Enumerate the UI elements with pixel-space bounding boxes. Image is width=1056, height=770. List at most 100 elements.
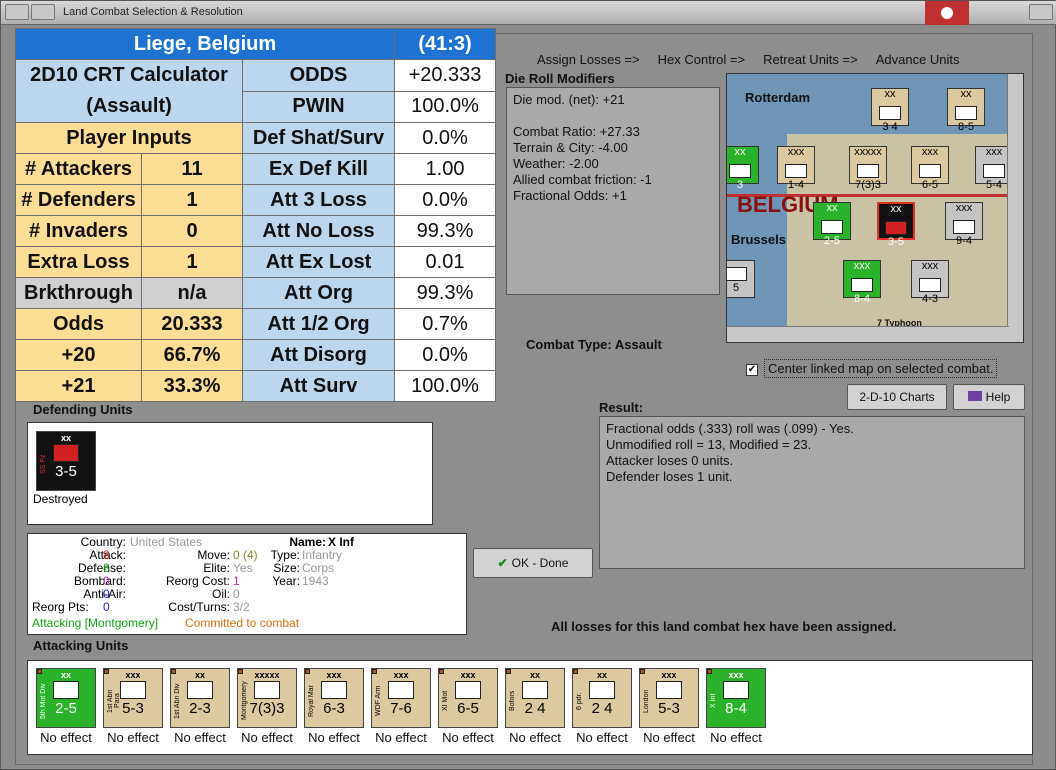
input-odds: 20.333 — [141, 308, 243, 340]
map-counter[interactable]: xx 8-5 — [947, 88, 985, 133]
attacking-unit-result: No effect — [643, 730, 695, 745]
year-value: 1943 — [302, 574, 329, 588]
unit-size: xxx — [460, 670, 476, 680]
unit-type-icon — [589, 681, 615, 699]
combat-type: Combat Type: Assault — [526, 337, 662, 352]
attacking-unit-counter[interactable]: X Inf xxx 8-4 — [706, 668, 766, 728]
map-counter[interactable]: xxx 8-4 — [843, 260, 881, 305]
input-attackers[interactable]: 11 — [141, 153, 243, 185]
crt-stat-value: 0.0% — [394, 122, 496, 154]
crt-stat-value: 0.0% — [394, 184, 496, 216]
checkmark-icon: ✔ — [497, 556, 508, 570]
crt-location: Liege, Belgium — [15, 28, 395, 60]
odds-value: +20.333 — [394, 59, 496, 92]
crt-stat-label: Def Shat/Surv — [242, 122, 395, 154]
attacking-unit-counter[interactable]: 1st Abn Para xxx 5-3 — [103, 668, 163, 728]
map-counter[interactable]: xx 2-5 — [813, 202, 851, 247]
attacking-unit-counter[interactable]: 5th Mot Div xx 2-5 — [36, 668, 96, 728]
nav-advance-units[interactable]: Advance Units — [876, 52, 960, 67]
unit-marker-icon — [37, 669, 42, 674]
odds-label: ODDS — [242, 59, 395, 92]
crt-stat-label: Ex Def Kill — [242, 153, 395, 185]
attacking-unit-counter[interactable]: Bofors xx 2 4 — [505, 668, 565, 728]
land-combat-window: Land Combat Selection & Resolution Assig… — [0, 0, 1056, 770]
attacking-unit-result: No effect — [174, 730, 226, 745]
attacking-unit-counter[interactable]: London xxx 5-3 — [639, 668, 699, 728]
unit-marker-icon — [104, 669, 109, 674]
ok-done-button[interactable]: ✔ OK - Done — [473, 548, 593, 578]
input-invaders[interactable]: 0 — [141, 215, 243, 247]
cost-label: Cost/Turns: — [168, 600, 230, 614]
attacking-unit-counter[interactable]: WDF Arm xxx 7-6 — [371, 668, 431, 728]
attacking-unit-result: No effect — [576, 730, 628, 745]
nation-flag-icon — [925, 1, 969, 25]
unit-side-label: Montgomery — [241, 681, 248, 721]
nav-retreat-units[interactable]: Retreat Units => — [763, 52, 858, 67]
map-counter[interactable]: 5 — [727, 260, 755, 298]
close-button[interactable] — [1029, 4, 1053, 20]
map-horizontal-scrollbar[interactable] — [727, 326, 1009, 342]
nav-hex-control[interactable]: Hex Control => — [658, 52, 745, 67]
map-counter[interactable]: xxx 4-3 — [911, 260, 949, 305]
center-map-checkbox[interactable]: ✔ Center linked map on selected combat. — [746, 359, 998, 378]
attacking-unit-counter[interactable]: Royal Mar xxx 6-3 — [304, 668, 364, 728]
input-label: Brkthrough — [15, 277, 142, 309]
map-vertical-scrollbar[interactable] — [1007, 74, 1023, 342]
window-menu-button[interactable] — [31, 4, 55, 20]
unit-size: xx — [194, 670, 205, 680]
input-extra-loss[interactable]: 1 — [141, 246, 243, 278]
country-value: United States — [130, 535, 203, 549]
attacking-unit-counter[interactable]: 6 pdr. xx 2 4 — [572, 668, 632, 728]
pwin-value: 100.0% — [394, 90, 496, 123]
map-label-rotterdam: Rotterdam — [745, 90, 811, 105]
linked-map[interactable]: Rotterdam BELGIUM Brussels xx 3 4 xx 8-5 x… — [726, 73, 1024, 343]
unit-side-label: SS Pz — [40, 454, 47, 474]
attacking-unit-counter[interactable]: XI Mot xxx 6-5 — [438, 668, 498, 728]
crt-stat-value: 99.3% — [394, 215, 496, 247]
defending-unit-counter[interactable]: SS Pz xx 3-5 — [36, 431, 96, 491]
attacking-units-panel: 5th Mot Div xx 2-5 No effect 1st Abn Para xxx… — [27, 660, 1033, 755]
result-line: Unmodified roll = 13, Modified = 23. — [606, 437, 812, 452]
map-counter[interactable]: xxx 1-4 — [777, 146, 815, 191]
unit-side-label: X Inf — [710, 693, 717, 709]
unit-marker-icon — [238, 669, 243, 674]
map-counter[interactable]: xxx 6-5 — [911, 146, 949, 191]
unit-size: xxx — [393, 670, 409, 680]
minimize-button[interactable] — [5, 4, 29, 20]
attacking-unit-counter[interactable]: 1st Abn Div xx 2-3 — [170, 668, 230, 728]
crt-hex: (41:3) — [394, 28, 496, 60]
help-button[interactable]: Help — [953, 384, 1025, 410]
input-label: Odds — [15, 308, 142, 340]
armor-icon — [53, 444, 79, 462]
map-counter[interactable]: xx 3 4 — [871, 88, 909, 133]
phase-nav: Assign Losses => Hex Control => Retreat … — [497, 47, 1037, 71]
die-mod-line: Allied combat friction: -1 — [513, 172, 652, 187]
input-label: # Defenders — [15, 184, 142, 216]
nav-assign-losses[interactable]: Assign Losses => — [537, 52, 640, 67]
map-counter[interactable]: xxx 9-4 — [945, 202, 983, 247]
odds-plus20-prob: 66.7% — [141, 339, 243, 371]
unit-size: xx — [529, 670, 540, 680]
input-defenders[interactable]: 1 — [141, 184, 243, 216]
die-mod-line: Weather: -2.00 — [513, 156, 599, 171]
reorg-value: 0 — [103, 600, 110, 614]
attacking-unit-result: No effect — [375, 730, 427, 745]
unit-type-icon — [455, 681, 481, 699]
charts-button[interactable]: 2-D-10 Charts — [847, 384, 947, 410]
checkbox-icon[interactable]: ✔ — [746, 363, 758, 376]
center-map-label: Center linked map on selected combat. — [764, 359, 998, 378]
unit-size: xx — [60, 433, 71, 443]
map-counter[interactable]: xx 3 — [727, 146, 759, 191]
attacking-unit-counter[interactable]: Montgomery xxxxx 7(3)3 — [237, 668, 297, 728]
map-counter-selected[interactable]: xx 3-5 — [877, 202, 915, 248]
help-label: Help — [985, 390, 1011, 404]
crt-stat-value: 1.00 — [394, 153, 496, 185]
book-icon — [967, 391, 982, 401]
input-label: +20 — [15, 339, 142, 371]
unit-side-label: 6 pdr. — [576, 692, 583, 710]
map-counter[interactable]: xxxxx 7(3)3 — [849, 146, 887, 191]
unit-side-label: Royal Mar — [308, 685, 315, 717]
unit-type-icon — [656, 681, 682, 699]
unit-size: xxx — [728, 670, 744, 680]
defending-units-panel: SS Pz xx 3-5 Destroyed — [27, 422, 433, 525]
